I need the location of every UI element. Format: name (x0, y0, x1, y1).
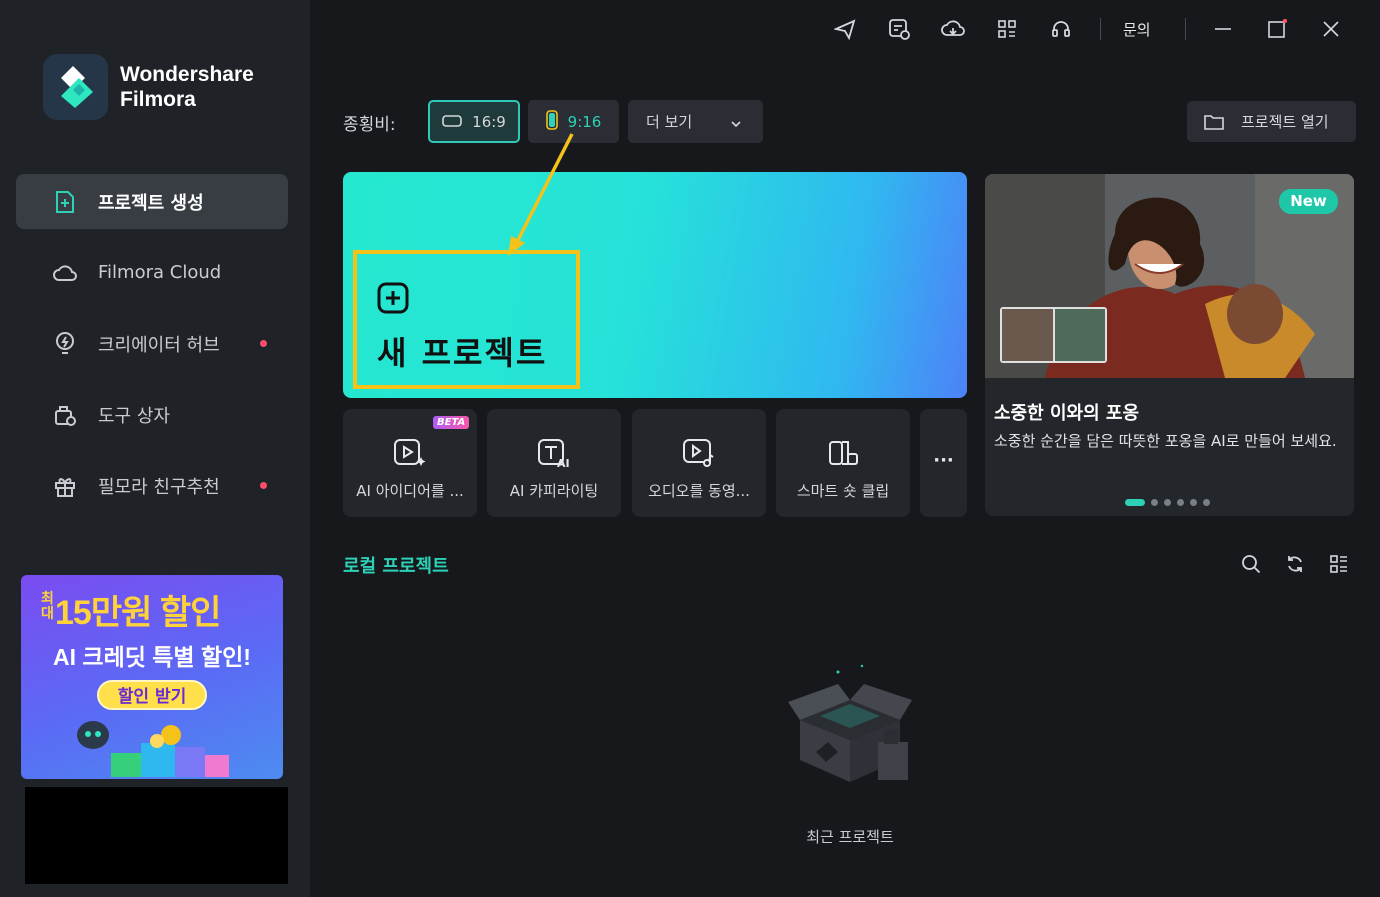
local-projects-title: 로컬 프로젝트 (343, 556, 449, 577)
headset-support-icon[interactable] (1046, 15, 1076, 43)
audio-video-icon (682, 437, 716, 473)
promo-small-text: 최대 (41, 590, 54, 621)
toolbar-divider (1184, 18, 1186, 40)
sidebar-item-label: 프로젝트 생성 (98, 192, 204, 214)
notification-dot (260, 482, 267, 489)
cloud-icon (52, 260, 78, 286)
notification-dot (260, 340, 267, 347)
sidebar-item-label: 필모라 친구추천 (98, 476, 220, 498)
maximize-icon[interactable] (1262, 15, 1292, 43)
sidebar-item-create-project[interactable]: 프로젝트 생성 (16, 174, 288, 229)
tool-label: 오디오를 동영... (648, 482, 750, 500)
carousel-dot[interactable] (1151, 499, 1158, 506)
ai-video-idea-icon (393, 437, 427, 473)
more-ratios-label: 더 보기 (646, 113, 693, 131)
close-icon[interactable] (1316, 15, 1346, 43)
featured-description: 소중한 순간을 담은 따뜻한 포옹을 AI로 만들어 보세요. (994, 432, 1337, 450)
carousel-dot[interactable] (1203, 499, 1210, 506)
promo-banner[interactable]: 최대15만원 할인 AI 크레딧 특별 할인! 할인 받기 (21, 575, 283, 779)
ratio-9-16-label: 9:16 (567, 112, 602, 131)
redacted-area (25, 787, 288, 884)
sidebar-item-filmora-cloud[interactable]: Filmora Cloud (16, 245, 288, 300)
carousel-dots[interactable] (1125, 499, 1216, 506)
promo-subline: AI 크레딧 특별 할인! (53, 644, 251, 670)
cloud-sync-icon[interactable] (938, 15, 968, 43)
list-view-icon[interactable] (1328, 553, 1350, 575)
new-badge: New (1279, 189, 1338, 214)
tool-label: 스마트 숏 클립 (796, 482, 890, 500)
sidebar-item-toolbox[interactable]: 도구 상자 (16, 387, 288, 442)
tool-ai-idea-to-video[interactable]: BETA AI 아이디어를 ... (343, 409, 477, 517)
empty-box-illustration (788, 664, 912, 782)
more-ratios-dropdown[interactable]: 더 보기 (628, 100, 763, 143)
tool-audio-to-video[interactable]: 오디오를 동영... (632, 409, 766, 517)
aspect-ratio-label: 종횡비: (343, 115, 396, 135)
chevron-down-icon (730, 115, 742, 133)
more-tools-button[interactable]: ··· (920, 409, 967, 517)
featured-template-card[interactable]: New 소중한 이와의 포옹 소중한 순간을 담은 따뜻한 포옹을 AI로 만들… (985, 174, 1354, 516)
sidebar-nav: 프로젝트 생성 Filmora Cloud 크리에이터 허브 도구 상자 필모라… (16, 174, 288, 529)
ratio-9-16-button[interactable]: 9:16 (528, 100, 619, 143)
sidebar: Wondershare Filmora 프로젝트 생성 Filmora Clou… (0, 0, 310, 897)
toolbar-divider (1100, 18, 1101, 40)
tool-smart-short-clips[interactable]: 스마트 숏 클립 (776, 409, 910, 517)
filmora-logo-icon (43, 54, 108, 120)
sidebar-item-label: Filmora Cloud (98, 262, 222, 283)
send-feedback-icon[interactable] (830, 15, 860, 43)
svg-text:AI: AI (557, 457, 570, 469)
contact-button[interactable]: 문의 (1123, 19, 1151, 40)
tool-label: AI 카피라이팅 (509, 482, 599, 500)
brand-line-1: Wondershare (120, 63, 254, 86)
carousel-dot[interactable] (1177, 499, 1184, 506)
minimize-icon[interactable] (1208, 15, 1238, 43)
ai-text-icon: AI (537, 437, 571, 473)
toolbox-icon (52, 402, 78, 428)
gift-icon (52, 473, 78, 499)
smart-clip-icon (826, 437, 860, 473)
refresh-icon[interactable] (1284, 553, 1306, 575)
sidebar-item-label: 크리에이터 허브 (98, 334, 220, 356)
window-toolbar: 문의 (830, 14, 1346, 44)
carousel-dot[interactable] (1125, 499, 1145, 506)
sidebar-item-label: 도구 상자 (98, 405, 170, 427)
promo-gifts-illustration (77, 721, 229, 777)
ratio-16-9-button[interactable]: 16:9 (428, 100, 520, 143)
tool-ai-copywriting[interactable]: AI AI 카피라이팅 (487, 409, 621, 517)
featured-thumbnail: New (985, 174, 1354, 378)
app-logo[interactable]: Wondershare Filmora (43, 54, 254, 120)
carousel-dot[interactable] (1190, 499, 1197, 506)
portrait-icon (545, 109, 558, 134)
add-project-icon (377, 282, 409, 318)
before-thumbnails (1000, 307, 1107, 363)
promo-headline-text: 15만원 할인 (55, 594, 221, 632)
grid-apps-icon[interactable] (992, 15, 1022, 43)
tasks-icon[interactable] (884, 15, 914, 43)
empty-state-text: 최근 프로젝트 (806, 828, 894, 846)
bulb-icon (52, 331, 78, 357)
carousel-dot[interactable] (1164, 499, 1171, 506)
search-icon[interactable] (1240, 553, 1262, 575)
brand-name: Wondershare Filmora (120, 62, 254, 112)
open-project-button[interactable]: 프로젝트 열기 (1187, 101, 1356, 142)
new-project-icon (52, 189, 78, 215)
ratio-16-9-label: 16:9 (472, 112, 506, 131)
beta-badge: BETA (433, 416, 470, 429)
landscape-icon (442, 113, 462, 131)
tool-label: AI 아이디어를 ... (356, 482, 464, 500)
promo-claim-button[interactable]: 할인 받기 (97, 680, 207, 710)
brand-line-2: Filmora (120, 88, 196, 111)
local-projects-actions (1240, 553, 1372, 575)
sidebar-item-refer-friend[interactable]: 필모라 친구추천 (16, 458, 288, 513)
sidebar-item-creator-hub[interactable]: 크리에이터 허브 (16, 316, 288, 371)
folder-icon (1204, 114, 1224, 130)
promo-headline: 최대15만원 할인 (41, 585, 221, 634)
featured-title: 소중한 이와의 포옹 (994, 403, 1140, 424)
open-project-label: 프로젝트 열기 (1241, 113, 1329, 131)
new-project-title: 새 프로젝트 (377, 334, 548, 372)
